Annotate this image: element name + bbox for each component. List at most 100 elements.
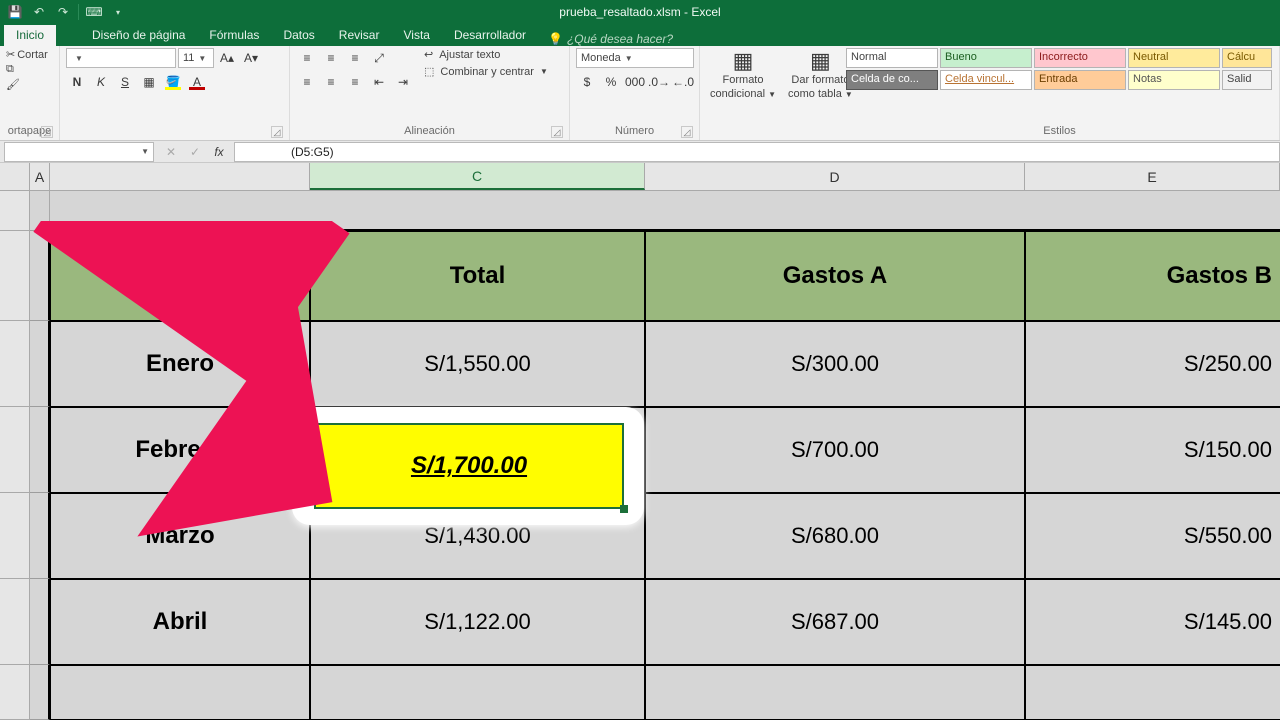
cell-gastosb-marzo[interactable]: S/550.00 <box>1025 493 1280 579</box>
row-header[interactable] <box>0 191 30 231</box>
row-header[interactable] <box>0 493 30 579</box>
fx-icon[interactable]: fx <box>208 142 230 162</box>
cell-gastosa-abril[interactable]: S/687.00 <box>645 579 1025 665</box>
style-celda-vinculada[interactable]: Celda vincul... <box>940 70 1032 90</box>
style-celda-comprobacion[interactable]: Celda de co... <box>846 70 938 90</box>
col-header-c[interactable]: C <box>310 163 645 190</box>
undo-icon[interactable]: ↶ <box>30 3 48 21</box>
comma-format-icon[interactable]: 000 <box>624 72 646 92</box>
style-calculo[interactable]: Cálcu <box>1222 48 1272 68</box>
font-family-combo[interactable]: ▼ <box>66 48 176 68</box>
cell-gastosb-next[interactable] <box>1025 665 1280 720</box>
select-all-corner[interactable] <box>0 163 30 190</box>
tab-hidden[interactable] <box>56 39 80 46</box>
font-size-combo[interactable]: 11▼ <box>178 48 214 68</box>
tab-formulas[interactable]: Fórmulas <box>197 25 271 46</box>
tab-revisar[interactable]: Revisar <box>327 25 392 46</box>
table-header-total[interactable]: Total <box>310 231 645 321</box>
style-incorrecto[interactable]: Incorrecto <box>1034 48 1126 68</box>
col-header-e[interactable]: E <box>1025 163 1280 190</box>
cell[interactable] <box>50 191 310 231</box>
border-button[interactable]: ▦ <box>138 72 160 92</box>
conditional-format-button[interactable]: ▦ Formato condicional ▼ <box>706 48 780 102</box>
decrease-indent-icon[interactable]: ⇤ <box>368 72 390 92</box>
wrap-text-button[interactable]: ↩Ajustar texto <box>424 48 548 61</box>
increase-decimal-icon[interactable]: .0→ <box>648 72 670 92</box>
cell-month-next[interactable] <box>50 665 310 720</box>
cell-gastosa-febrero[interactable]: S/700.00 <box>645 407 1025 493</box>
decrease-decimal-icon[interactable]: ←.0 <box>672 72 694 92</box>
cell-gastosb-abril[interactable]: S/145.00 <box>1025 579 1280 665</box>
tab-vista[interactable]: Vista <box>391 25 441 46</box>
tell-me-search[interactable]: 💡 ¿Qué desea hacer? <box>538 32 673 46</box>
cell-gastosb-enero[interactable]: S/250.00 <box>1025 321 1280 407</box>
table-header-blank[interactable] <box>50 231 310 321</box>
cell-month-febrero[interactable]: Febrero <box>50 407 310 493</box>
dialog-launcher-icon[interactable]: ◿ <box>681 126 693 138</box>
orientation-icon[interactable]: ⤢ <box>368 48 390 68</box>
cell-month-enero[interactable]: Enero <box>50 321 310 407</box>
cell-total-febrero[interactable] <box>310 407 645 493</box>
tab-inicio[interactable]: Inicio <box>4 25 56 46</box>
style-neutral[interactable]: Neutral <box>1128 48 1220 68</box>
cell-month-marzo[interactable]: Marzo <box>50 493 310 579</box>
fill-color-button[interactable]: 🪣 <box>162 72 184 92</box>
increase-indent-icon[interactable]: ⇥ <box>392 72 414 92</box>
percent-format-icon[interactable]: % <box>600 72 622 92</box>
cell[interactable] <box>30 407 50 493</box>
qat-dropdown-icon[interactable]: ▾ <box>109 3 127 21</box>
redo-icon[interactable]: ↷ <box>54 3 72 21</box>
table-header-gastos-a[interactable]: Gastos A <box>645 231 1025 321</box>
cell-gastosb-febrero[interactable]: S/150.00 <box>1025 407 1280 493</box>
row-header[interactable] <box>0 579 30 665</box>
cell[interactable] <box>310 191 645 231</box>
dialog-launcher-icon[interactable]: ◿ <box>271 126 283 138</box>
touch-mode-icon[interactable]: ⌨ <box>85 3 103 21</box>
spreadsheet-grid[interactable]: Total Gastos A Gastos B Enero S/1,550.00… <box>0 191 1280 720</box>
merge-center-button[interactable]: ⬚Combinar y centrar▼ <box>424 65 548 78</box>
copy-button[interactable]: ⧉ <box>6 63 14 76</box>
cell-gastosa-marzo[interactable]: S/680.00 <box>645 493 1025 579</box>
row-header[interactable] <box>0 407 30 493</box>
col-header-b[interactable] <box>50 163 310 190</box>
cut-button[interactable]: ✂Cortar <box>6 48 48 61</box>
style-bueno[interactable]: Bueno <box>940 48 1032 68</box>
enter-formula-icon[interactable]: ✓ <box>184 142 206 162</box>
dialog-launcher-icon[interactable]: ◿ <box>551 126 563 138</box>
cell[interactable] <box>30 493 50 579</box>
underline-button[interactable]: S <box>114 72 136 92</box>
row-header[interactable] <box>0 321 30 407</box>
cell[interactable] <box>30 579 50 665</box>
cell[interactable] <box>30 191 50 231</box>
align-top-icon[interactable]: ≡ <box>296 48 318 68</box>
cell-total-abril[interactable]: S/1,122.00 <box>310 579 645 665</box>
align-center-icon[interactable]: ≡ <box>320 72 342 92</box>
increase-font-icon[interactable]: A▴ <box>216 48 238 68</box>
cell[interactable] <box>30 321 50 407</box>
formula-bar[interactable]: (D5:G5) <box>234 142 1280 162</box>
style-salida[interactable]: Salid <box>1222 70 1272 90</box>
table-header-gastos-b[interactable]: Gastos B <box>1025 231 1280 321</box>
save-icon[interactable]: 💾 <box>6 3 24 21</box>
dialog-launcher-icon[interactable]: ◿ <box>41 126 53 138</box>
bold-button[interactable]: N <box>66 72 88 92</box>
row-header[interactable] <box>0 665 30 720</box>
cell-total-marzo[interactable]: S/1,430.00 <box>310 493 645 579</box>
cell-gastosa-enero[interactable]: S/300.00 <box>645 321 1025 407</box>
tab-diseno[interactable]: Diseño de página <box>80 25 197 46</box>
format-painter-button[interactable]: 🖌 <box>6 78 20 91</box>
decrease-font-icon[interactable]: A▾ <box>240 48 262 68</box>
style-normal[interactable]: Normal <box>846 48 938 68</box>
col-header-d[interactable]: D <box>645 163 1025 190</box>
italic-button[interactable]: K <box>90 72 112 92</box>
row-header[interactable] <box>0 231 30 321</box>
number-format-combo[interactable]: Moneda▼ <box>576 48 694 68</box>
align-bottom-icon[interactable]: ≡ <box>344 48 366 68</box>
cell-month-abril[interactable]: Abril <box>50 579 310 665</box>
cell-total-enero[interactable]: S/1,550.00 <box>310 321 645 407</box>
style-entrada[interactable]: Entrada <box>1034 70 1126 90</box>
font-color-button[interactable]: A <box>186 72 208 92</box>
accounting-format-icon[interactable]: $ <box>576 72 598 92</box>
align-left-icon[interactable]: ≡ <box>296 72 318 92</box>
cell[interactable] <box>645 191 1025 231</box>
